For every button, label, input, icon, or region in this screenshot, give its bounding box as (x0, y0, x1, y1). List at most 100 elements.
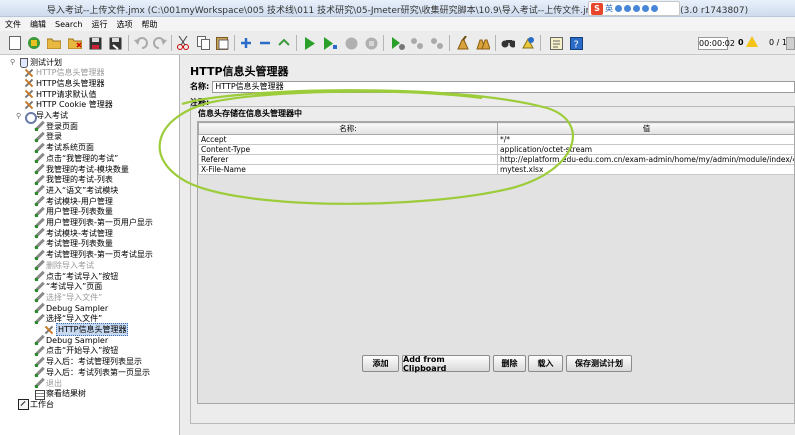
templates-icon[interactable] (26, 35, 42, 51)
column-header-value[interactable]: 值 (497, 122, 794, 135)
tree-node[interactable]: 选择“导入文件” (34, 292, 102, 303)
header-value-cell[interactable]: application/octet-stream (497, 144, 794, 155)
sampler-icon (34, 207, 44, 217)
tree-node[interactable]: 考试模块-考试管理 (34, 228, 113, 239)
tree-node[interactable]: 考试管理-列表数量 (34, 239, 113, 249)
ime-shirt-icon[interactable] (642, 5, 649, 12)
menu-file[interactable]: 文件 (5, 19, 21, 30)
remote-stop-icon[interactable] (409, 35, 425, 51)
name-input[interactable] (212, 80, 795, 93)
add-from-clipboard-button[interactable]: Add from Clipboard (402, 355, 490, 373)
save-as-icon[interactable] (107, 35, 123, 51)
undo-icon[interactable] (133, 35, 149, 51)
save-test-plan-button[interactable]: 保存测试计划 (566, 355, 632, 372)
collapse-icon[interactable] (257, 35, 273, 51)
tree-node[interactable]: 点击“开始导入”按钮 (34, 346, 118, 356)
tree-node[interactable]: 导入后：考试管理列表显示 (34, 357, 142, 367)
copy-icon[interactable] (195, 35, 211, 51)
open-icon[interactable] (46, 35, 62, 51)
clear-all-icon[interactable] (475, 35, 491, 51)
header-name-cell[interactable]: Referer (198, 154, 498, 165)
tree-node[interactable]: Debug Sampler (34, 303, 108, 314)
tree-node[interactable]: 我管理的考试-列表 (34, 175, 113, 185)
shutdown-icon[interactable] (363, 35, 379, 51)
clear-icon[interactable] (455, 35, 471, 51)
paste-icon[interactable] (214, 35, 230, 51)
tree-expand-icon[interactable]: ⚲ (16, 112, 22, 119)
menu-run[interactable]: 运行 (91, 19, 107, 30)
header-name-cell[interactable]: Content-Type (198, 144, 498, 155)
ime-mode-label[interactable]: 英 (605, 3, 613, 14)
tree-node[interactable]: 考试系统页面 (34, 143, 94, 153)
header-name-cell[interactable]: X-File-Name (198, 164, 498, 175)
add-button[interactable]: 添加 (362, 355, 399, 372)
tree-node[interactable]: 用户管理-列表数量 (34, 207, 113, 217)
menu-edit[interactable]: 编辑 (30, 19, 46, 30)
test-plan-tree[interactable]: 测试计划 ⚲ HTTP信息头管理器 HTTP信息头管理器 HTTP请求默认值 HTTP C… (0, 55, 180, 435)
ime-keyboard-icon[interactable] (633, 5, 640, 12)
save-icon[interactable] (87, 35, 103, 51)
header-value-cell[interactable]: */* (497, 134, 794, 145)
menu-help[interactable]: 帮助 (141, 19, 157, 30)
redo-icon[interactable] (152, 35, 168, 51)
help-icon[interactable]: ? (568, 35, 584, 51)
tree-node[interactable]: 用户管理列表-第一页用户显示 (34, 218, 153, 228)
search-icon[interactable] (500, 35, 516, 51)
header-value-cell[interactable]: mytest.xlsx (497, 164, 794, 175)
tree-node[interactable]: 我管理的考试-模块数量 (34, 164, 129, 174)
tree-node[interactable]: HTTP信息头管理器 (44, 323, 129, 336)
tree-node[interactable]: HTTP Cookie 管理器 (24, 100, 113, 110)
tree-node-label: 退出 (46, 378, 62, 388)
toolbar-separator (495, 35, 496, 51)
warning-icon[interactable] (746, 36, 758, 47)
ime-toolbar[interactable]: S 英 (588, 1, 680, 16)
tree-node[interactable]: 工作台 (18, 399, 54, 411)
column-header-name[interactable]: 名称: (198, 122, 498, 135)
tree-node[interactable]: Debug Sampler (34, 335, 108, 346)
stop-icon[interactable] (343, 35, 359, 51)
tree-node[interactable]: 导入后：考试列表第一页显示 (34, 367, 150, 378)
tree-node[interactable]: 删除导入考试 (34, 260, 94, 271)
menu-search[interactable]: Search (55, 20, 82, 29)
table-row[interactable]: X-File-Name mytest.xlsx (198, 164, 794, 175)
new-icon[interactable] (7, 35, 23, 51)
function-helper-icon[interactable] (548, 35, 564, 51)
reset-search-icon[interactable] (520, 35, 536, 51)
ime-moon-icon[interactable] (615, 5, 622, 12)
tree-node[interactable]: HTTP信息头管理器 (24, 78, 104, 88)
table-row[interactable]: Content-Type application/octet-stream (198, 144, 794, 155)
tree-node[interactable]: 登录页面 (34, 121, 78, 132)
tree-node[interactable]: HTTP请求默认值 (24, 89, 96, 99)
header-value-cell[interactable]: http://eplatform.edu-edu.com.cn/exam-adm… (497, 154, 794, 165)
tree-node[interactable]: 考试管理列表-第一页考试显示 (34, 250, 153, 260)
table-row[interactable]: Accept */* (198, 134, 794, 145)
start-icon[interactable] (302, 35, 318, 51)
tree-node[interactable]: 进入“语文”考试模块 (34, 185, 118, 196)
start-no-pause-icon[interactable] (322, 35, 338, 51)
tree-node[interactable]: 导入考试 (24, 111, 68, 124)
delete-button[interactable]: 删除 (493, 355, 526, 372)
tree-node[interactable]: 点击“考试导入”按钮 (34, 271, 118, 281)
tree-node[interactable]: 考试模块-用户管理 (34, 196, 113, 207)
expand-icon[interactable] (238, 35, 254, 51)
tree-node[interactable]: HTTP信息头管理器 (24, 68, 104, 78)
close-icon[interactable] (67, 35, 83, 51)
toolbar-separator (540, 35, 541, 51)
tree-node[interactable]: “考试导入”页面 (34, 282, 102, 292)
tree-node[interactable]: 退出 (34, 378, 62, 388)
load-button[interactable]: 载入 (528, 355, 563, 372)
tree-node[interactable]: 登录 (34, 132, 62, 142)
table-row[interactable]: Referer http://eplatform.edu-edu.com.cn/e… (198, 154, 794, 165)
toggle-icon[interactable] (276, 35, 292, 51)
ime-dot-icon[interactable] (624, 5, 631, 12)
header-name-cell[interactable]: Accept (198, 134, 498, 145)
tree-node[interactable]: 点击“我管理的考试” (34, 153, 118, 164)
remote-exit-icon[interactable] (429, 35, 445, 51)
remote-start-icon[interactable] (390, 35, 406, 51)
menu-options[interactable]: 选项 (116, 19, 132, 30)
cut-icon[interactable] (175, 35, 191, 51)
tree-node[interactable]: 察看结果树 (34, 389, 86, 400)
ime-tool-icon[interactable] (651, 5, 658, 12)
tree-node[interactable]: 测试计划 (18, 57, 62, 68)
tree-expand-icon[interactable]: ⚲ (10, 59, 16, 66)
